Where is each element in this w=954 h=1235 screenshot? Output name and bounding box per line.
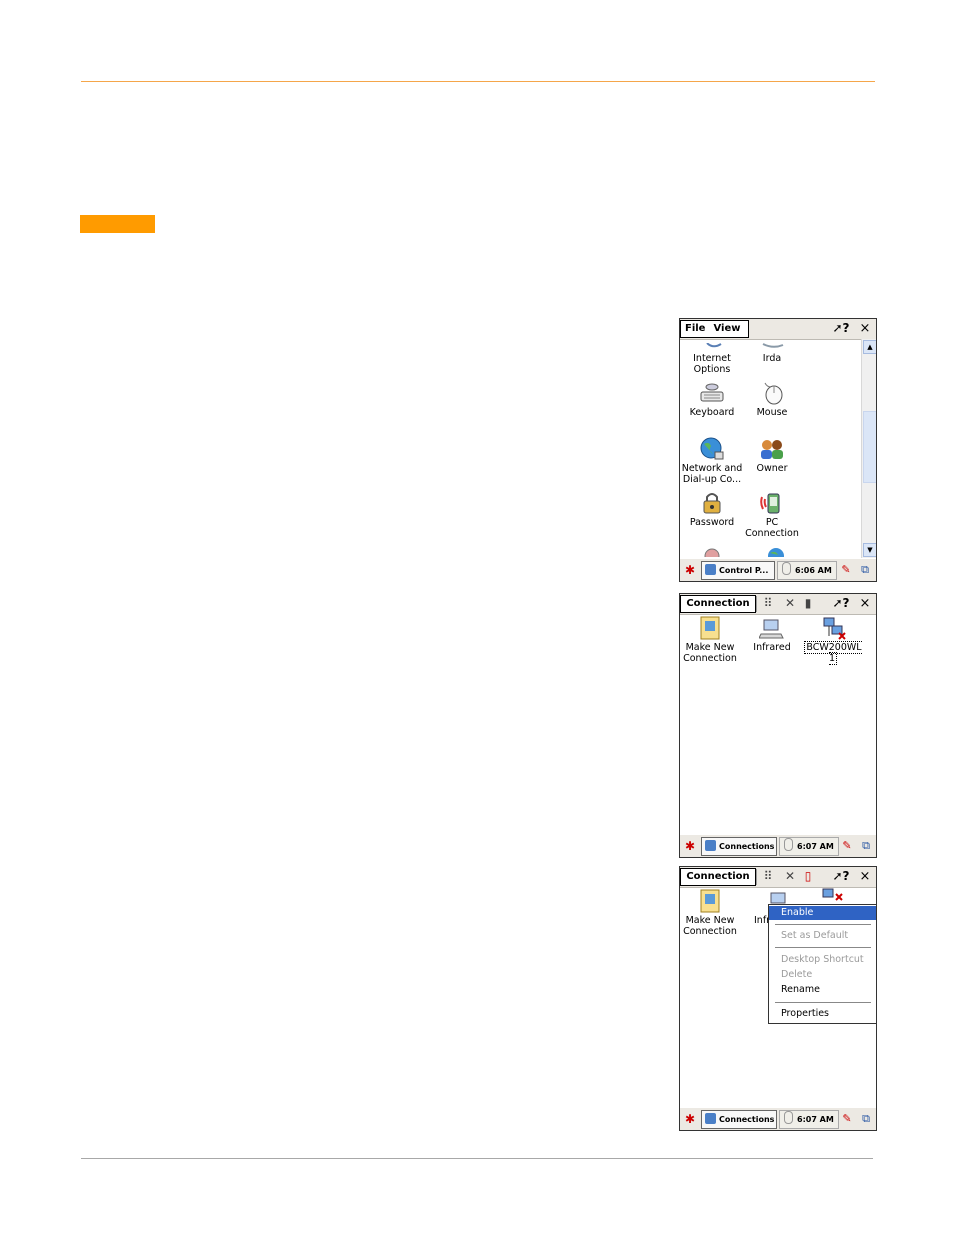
context-menu: Enable Set as Default Desktop Shortcut D… xyxy=(768,904,876,1024)
menu-separator xyxy=(775,924,871,925)
scroll-down-icon[interactable]: ▼ xyxy=(863,543,876,557)
taskbar: ✱ Connections 6:07 AM ✎ ⧉ xyxy=(680,1107,876,1130)
taskbar: ✱ Control P... 6:06 AM ✎ ⧉ xyxy=(680,558,876,581)
menu-file[interactable]: File xyxy=(685,323,705,334)
network-adapter-disabled-icon xyxy=(820,616,846,640)
toolbar-separator xyxy=(756,596,757,612)
start-icon[interactable]: ✱ xyxy=(682,838,698,854)
switch-window-icon[interactable]: ⧉ xyxy=(858,562,872,577)
list-item[interactable]: Make New Connection xyxy=(680,616,742,664)
list-item[interactable]: Irda xyxy=(740,341,804,364)
properties-icon[interactable]: ▯ xyxy=(800,869,816,884)
control-panel-screenshot: File View ➚? × Internet Options Irda Keyb… xyxy=(679,318,877,582)
make-new-connection-icon xyxy=(697,889,723,913)
partial-item-icon xyxy=(764,545,788,557)
menu-connection[interactable]: Connection xyxy=(680,868,756,886)
footer-rule xyxy=(81,1158,873,1159)
partial-item-icon xyxy=(700,545,724,557)
menu-item-delete[interactable]: Delete xyxy=(769,968,876,982)
menu-bar: Connection ⠿ ✕ ▯ ➚? × xyxy=(680,867,876,888)
list-item[interactable]: Network and Dial-up Co... xyxy=(680,437,744,485)
menu-item-set-as-default[interactable]: Set as Default xyxy=(769,929,876,943)
switch-window-icon[interactable]: ⧉ xyxy=(859,838,873,853)
menu-item-desktop-shortcut[interactable]: Desktop Shortcut xyxy=(769,953,876,967)
list-item[interactable]: Infrared xyxy=(740,616,804,653)
section-tab xyxy=(80,215,155,233)
clock: 6:07 AM xyxy=(797,1115,834,1124)
keyboard-icon xyxy=(699,381,725,405)
connections-icon xyxy=(705,840,716,851)
list-item[interactable]: Password xyxy=(680,491,744,528)
system-tray: 6:06 AM xyxy=(777,561,837,580)
view-icon[interactable]: ⠿ xyxy=(760,596,776,611)
battery-icon xyxy=(782,562,791,575)
menu-item-rename[interactable]: Rename xyxy=(769,983,876,997)
close-button[interactable]: × xyxy=(856,320,874,337)
list-item[interactable]: Mouse xyxy=(740,381,804,418)
close-button[interactable]: × xyxy=(856,868,874,885)
view-icon[interactable]: ⠿ xyxy=(760,869,776,884)
pointer-icon: ➚ xyxy=(832,869,843,883)
pointer-icon: ➚ xyxy=(832,596,843,610)
list-item[interactable]: Make New Connection xyxy=(680,889,742,937)
clock: 6:07 AM xyxy=(797,842,834,851)
system-tray: 6:07 AM xyxy=(779,1110,839,1129)
vertical-scrollbar[interactable]: ▲ ▼ xyxy=(861,339,876,558)
input-panel-icon[interactable]: ✎ xyxy=(840,1111,854,1126)
menu-separator xyxy=(775,1002,871,1003)
menu-bar: File View ➚? × xyxy=(680,319,876,340)
taskbar-task-button[interactable]: Connections xyxy=(701,1110,777,1129)
toolbar-separator xyxy=(756,869,757,885)
system-tray: 6:07 AM xyxy=(779,837,839,856)
scroll-up-icon[interactable]: ▲ xyxy=(863,340,876,354)
list-item[interactable]: BCW200WL 1 xyxy=(801,616,865,665)
password-icon xyxy=(699,491,725,515)
menu-separator xyxy=(775,947,871,948)
make-new-connection-icon xyxy=(697,616,723,640)
infrared-icon xyxy=(758,616,785,640)
mouse-icon xyxy=(759,381,785,405)
menu-group: File View xyxy=(680,320,749,338)
connections-screenshot: Connection ⠿ ✕ ▮ ➚? × Make New Connectio… xyxy=(679,593,877,858)
delete-icon[interactable]: ✕ xyxy=(782,596,798,611)
internet-options-icon xyxy=(699,341,725,348)
scroll-thumb[interactable] xyxy=(863,411,876,483)
battery-icon xyxy=(784,1111,793,1124)
header-rule xyxy=(81,81,875,82)
help-button[interactable]: ➚? xyxy=(830,320,852,337)
menu-bar: Connection ⠿ ✕ ▮ ➚? × xyxy=(680,594,876,615)
input-panel-icon[interactable]: ✎ xyxy=(840,838,854,853)
list-item[interactable]: PC Connection xyxy=(740,491,804,539)
battery-icon xyxy=(784,838,793,851)
connections-context-menu-screenshot: Connection ⠿ ✕ ▯ ➚? × Make New Connectio… xyxy=(679,866,877,1131)
list-item[interactable]: Owner xyxy=(740,437,804,474)
irda-icon xyxy=(759,341,785,348)
taskbar: ✱ Connections 6:07 AM ✎ ⧉ xyxy=(680,834,876,857)
owner-icon xyxy=(759,437,785,461)
help-button[interactable]: ➚? xyxy=(830,868,852,885)
list-item[interactable]: Keyboard xyxy=(680,381,744,418)
list-item[interactable]: Internet Options xyxy=(680,341,744,375)
delete-icon[interactable]: ✕ xyxy=(782,869,798,884)
close-button[interactable]: × xyxy=(856,595,874,612)
input-panel-icon[interactable]: ✎ xyxy=(839,562,853,577)
start-icon[interactable]: ✱ xyxy=(682,1111,698,1127)
properties-icon[interactable]: ▮ xyxy=(800,596,816,611)
network-icon xyxy=(699,437,725,461)
menu-item-properties[interactable]: Properties xyxy=(769,1007,876,1021)
menu-item-enable[interactable]: Enable xyxy=(769,906,876,920)
network-adapter-disabled-icon[interactable] xyxy=(819,887,845,903)
clock: 6:06 AM xyxy=(795,566,832,575)
taskbar-task-button[interactable]: Connections xyxy=(701,837,777,856)
pointer-icon: ➚ xyxy=(832,321,843,335)
help-button[interactable]: ➚? xyxy=(830,595,852,612)
start-icon[interactable]: ✱ xyxy=(682,562,698,578)
pc-connection-icon xyxy=(759,491,785,515)
taskbar-task-button[interactable]: Control P... xyxy=(701,561,775,580)
control-panel-icon xyxy=(705,564,716,575)
menu-view[interactable]: View xyxy=(713,323,740,334)
menu-connection[interactable]: Connection xyxy=(680,595,756,613)
connections-icon xyxy=(705,1113,716,1124)
switch-window-icon[interactable]: ⧉ xyxy=(859,1111,873,1126)
